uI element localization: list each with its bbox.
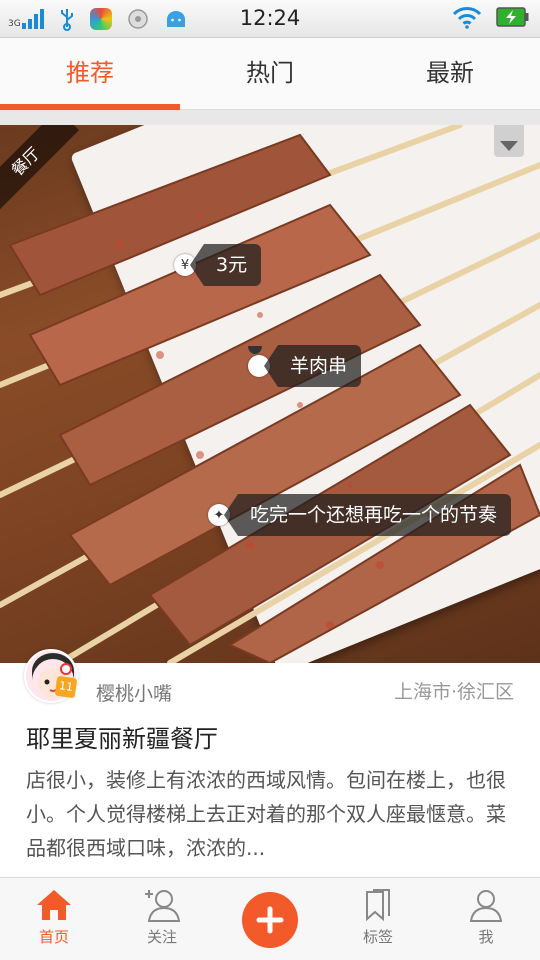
skewers-illustration	[0, 125, 540, 663]
tab-popular[interactable]: 热门	[180, 38, 360, 109]
user-icon	[469, 890, 503, 922]
nav-home-label: 首页	[38, 928, 69, 946]
comment-tag-label: 吃完一个还想再吃一个的节奏	[223, 494, 512, 536]
nav-tags[interactable]: 标签	[324, 878, 432, 960]
nav-tags-label: 标签	[362, 928, 393, 946]
plus-icon	[256, 906, 284, 934]
post-info: 11 樱桃小嘴 上海市·徐汇区 耶里夏丽新疆餐厅 店很小，装修上有浓浓的西域风情…	[0, 649, 540, 877]
nav-follow-label: 关注	[146, 928, 177, 946]
nav-follow[interactable]: 关注	[108, 878, 216, 960]
price-tag-label: 3元	[189, 244, 262, 286]
home-icon	[37, 890, 71, 920]
nav-me-label: 我	[478, 928, 494, 946]
arrow-down-icon	[500, 141, 518, 151]
level-badge: 11	[54, 675, 78, 699]
restaurant-name[interactable]: 耶里夏丽新疆餐厅	[26, 719, 218, 754]
post-card[interactable]: 餐厅 ¥ 3元 羊肉串 ✦ 吃完一个还想再吃一个的节奏 11 樱桃小嘴 上海市·…	[0, 125, 540, 877]
location[interactable]: 上海市·徐汇区	[394, 677, 514, 704]
wifi-icon	[452, 7, 482, 29]
bottom-nav: 首页 关注 标签 我	[0, 877, 540, 960]
price-tag[interactable]: ¥ 3元	[174, 244, 262, 286]
user-name[interactable]: 樱桃小嘴	[96, 679, 172, 706]
dish-tag-label: 羊肉串	[263, 345, 362, 387]
photo-scroll-handle[interactable]	[494, 125, 524, 157]
status-bar: 3G 12:24	[0, 0, 540, 38]
battery-icon	[496, 7, 529, 27]
nav-add[interactable]	[216, 878, 324, 960]
tab-latest[interactable]: 最新	[360, 38, 540, 109]
tab-recommended[interactable]: 推荐	[0, 38, 180, 110]
nav-me[interactable]: 我	[432, 878, 540, 960]
feed-tabs: 推荐 热门 最新	[0, 38, 540, 110]
add-friend-icon	[145, 890, 181, 922]
add-post-button[interactable]	[242, 892, 298, 948]
comment-tag[interactable]: ✦ 吃完一个还想再吃一个的节奏	[208, 494, 512, 536]
feed[interactable]: 餐厅 ¥ 3元 羊肉串 ✦ 吃完一个还想再吃一个的节奏 11 樱桃小嘴 上海市·…	[0, 110, 540, 877]
nav-home[interactable]: 首页	[0, 878, 108, 960]
post-photo[interactable]: 餐厅 ¥ 3元 羊肉串 ✦ 吃完一个还想再吃一个的节奏	[0, 125, 540, 663]
bookmark-icon	[366, 889, 390, 922]
dish-tag[interactable]: 羊肉串	[248, 345, 362, 387]
post-description: 店很小，装修上有浓浓的西域风情。包间在楼上，也很小。个人觉得楼梯上去正对着的那个…	[26, 768, 506, 860]
